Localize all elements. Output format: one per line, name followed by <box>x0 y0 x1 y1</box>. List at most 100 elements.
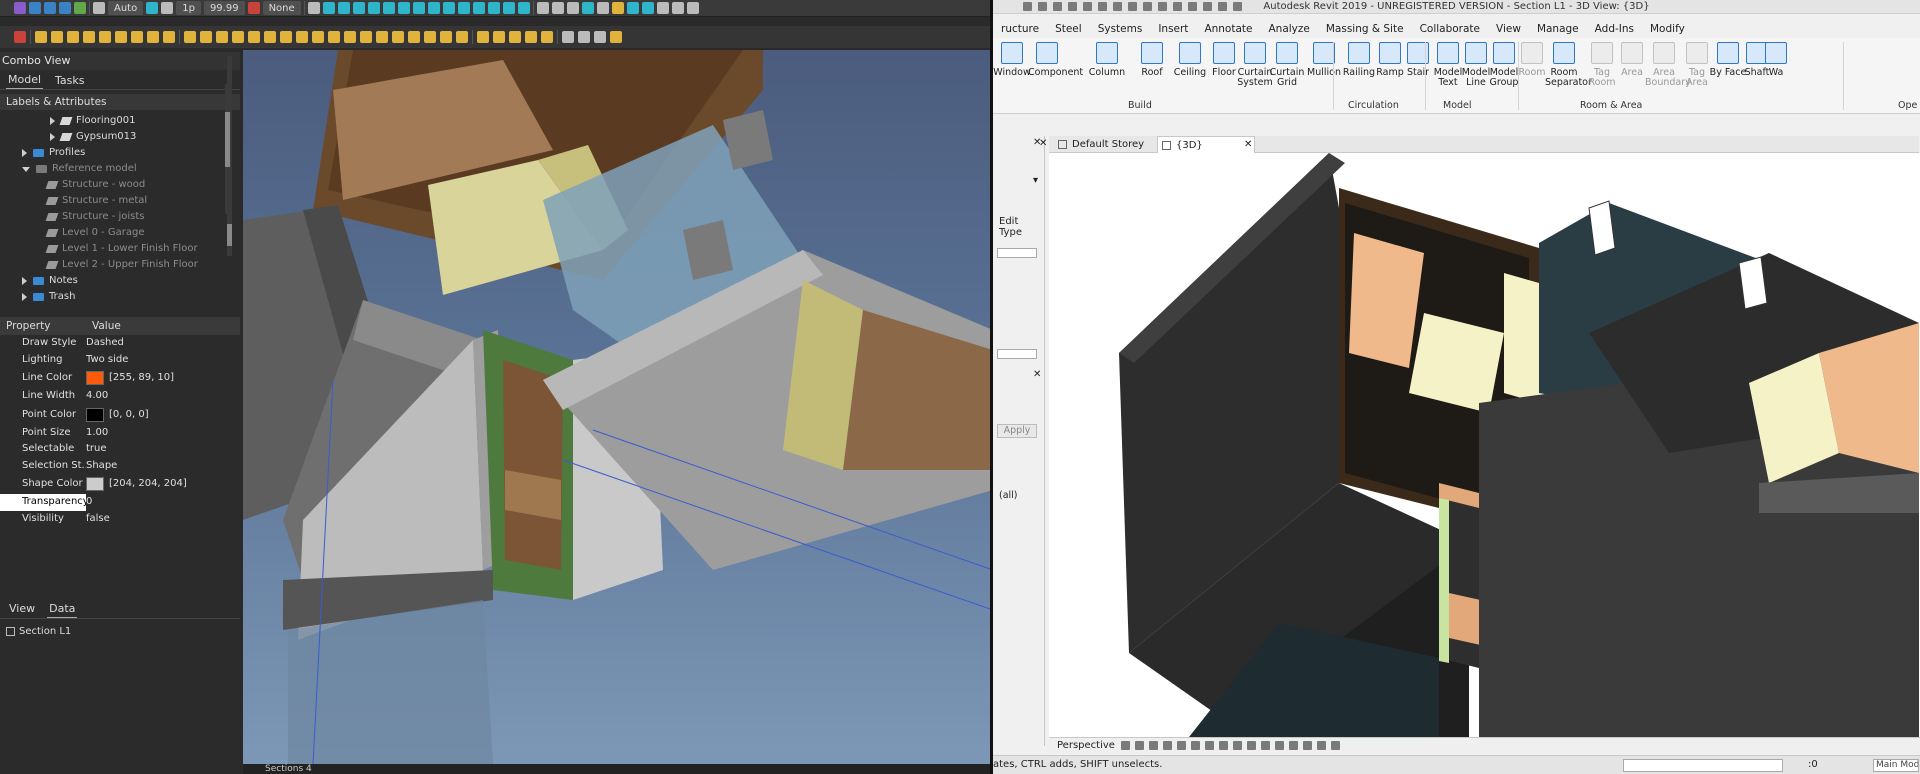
property-value[interactable]: [0, 0, 0] <box>86 405 240 425</box>
temp-properties-icon[interactable] <box>1275 741 1284 750</box>
arch-structure-icon[interactable] <box>200 31 212 43</box>
main-model-select[interactable]: Main Model <box>1873 759 1919 772</box>
highlight-displacement-icon[interactable] <box>1317 741 1326 750</box>
property-field-1[interactable] <box>997 248 1037 258</box>
ribbon-tab[interactable]: Systems <box>1090 23 1151 35</box>
shadows-icon[interactable] <box>1177 741 1186 750</box>
tab-tasks[interactable]: Tasks <box>53 74 86 89</box>
draft-ellipse-icon[interactable] <box>83 31 95 43</box>
ribbon-tool[interactable]: Mullion <box>1305 42 1343 78</box>
box-icon[interactable] <box>44 2 56 14</box>
show-crop-icon[interactable] <box>1219 741 1228 750</box>
draft-line-icon[interactable] <box>14 31 26 43</box>
ribbon-tool[interactable]: Roof <box>1133 42 1171 78</box>
property-row[interactable]: Selection St... Shape <box>0 458 240 475</box>
dimension-icon[interactable] <box>626 2 639 14</box>
expand-down-icon[interactable] <box>22 166 30 172</box>
edit-type-button[interactable]: Edit Type <box>999 216 1044 238</box>
annotation-shapestring-icon[interactable] <box>493 31 505 43</box>
property-scrollbar-thumb[interactable] <box>225 112 230 167</box>
property-row[interactable]: Draw Style Dashed <box>0 335 240 352</box>
property-row[interactable]: Point Color [0, 0, 0] <box>0 405 240 425</box>
window-icon[interactable] <box>596 2 609 14</box>
move-icon[interactable] <box>656 2 669 14</box>
property-row[interactable]: Line Width 4.00 <box>0 388 240 405</box>
lock-view-icon[interactable] <box>1233 741 1242 750</box>
scale-icon[interactable] <box>686 2 699 14</box>
arrow-icon[interactable] <box>641 2 654 14</box>
visual-style-icon[interactable] <box>1149 741 1158 750</box>
snap-none-field[interactable]: None <box>262 1 301 15</box>
ribbon-tool[interactable]: Column <box>1088 42 1126 78</box>
draft-polygon-icon[interactable] <box>99 31 111 43</box>
sphere-icon[interactable] <box>74 2 86 14</box>
arch-pipe-icon[interactable] <box>456 31 468 43</box>
folder-icon[interactable] <box>611 2 624 14</box>
color-swatch[interactable] <box>86 371 104 385</box>
revit-3d-viewport[interactable] <box>1049 153 1920 737</box>
scale-icon[interactable] <box>1121 741 1130 750</box>
draft-arc-icon[interactable] <box>67 31 79 43</box>
project-browser-all[interactable]: (all) <box>999 490 1018 501</box>
ribbon-tab[interactable]: Add-Ins <box>1587 23 1642 35</box>
snap-perpendicular-icon[interactable] <box>397 2 410 14</box>
snap-grid-icon[interactable] <box>487 2 500 14</box>
crop-view-icon[interactable] <box>1205 741 1214 750</box>
property-value[interactable]: 0 <box>86 494 240 511</box>
render-icon[interactable] <box>1191 741 1200 750</box>
property-row[interactable]: Selectable true <box>0 441 240 458</box>
draft-rectangle-icon[interactable] <box>115 31 127 43</box>
arch-stairs-icon[interactable] <box>344 31 356 43</box>
snap-endpoint-icon[interactable] <box>322 2 335 14</box>
section-item[interactable]: Section L1 <box>6 626 71 637</box>
property-value[interactable]: Shape <box>86 458 240 475</box>
tab-close-icon[interactable]: ✕ <box>1244 140 1254 150</box>
reveal-constraints-icon[interactable] <box>1331 741 1340 750</box>
ribbon-tool[interactable]: Curtain Grid <box>1268 42 1306 88</box>
ifc-icon[interactable] <box>610 31 622 43</box>
tree-item[interactable]: Level 2 - Upper Finish Floor <box>0 257 240 273</box>
property-field-2[interactable] <box>997 349 1037 359</box>
workbench-icon[interactable] <box>14 2 26 14</box>
text-icon[interactable] <box>566 2 579 14</box>
property-row[interactable]: Lighting Two side <box>0 352 240 369</box>
arch-truss-icon[interactable] <box>424 31 436 43</box>
arch-panel-icon[interactable] <box>360 31 372 43</box>
ribbon-tab[interactable]: View <box>1488 23 1529 35</box>
snap-ortho-icon[interactable] <box>472 2 485 14</box>
ribbon-group-label[interactable]: Ope <box>1898 100 1917 111</box>
annotation-leader-icon[interactable] <box>541 31 553 43</box>
snap-icon[interactable] <box>247 2 260 14</box>
ribbon-tool[interactable]: Window <box>993 42 1031 78</box>
arch-frame-icon[interactable] <box>392 31 404 43</box>
property-value[interactable]: Dashed <box>86 335 240 352</box>
ribbon-tab[interactable]: ructure <box>993 23 1047 35</box>
ribbon-tab[interactable]: Massing & Site <box>1318 23 1412 35</box>
snap-special-icon[interactable] <box>442 2 455 14</box>
freecad-3d-viewport[interactable] <box>243 50 993 764</box>
arch-site-icon[interactable] <box>264 31 276 43</box>
line-width-field[interactable]: 1p <box>176 1 201 15</box>
annotation-label-icon[interactable] <box>525 31 537 43</box>
draft-point-icon[interactable] <box>163 31 175 43</box>
browser-close-icon[interactable]: ✕ <box>1033 370 1043 380</box>
part-icon[interactable] <box>29 2 41 14</box>
ribbon-group-label[interactable]: Circulation <box>1348 100 1399 111</box>
arch-axis-icon[interactable] <box>312 31 324 43</box>
view-icon[interactable] <box>536 2 549 14</box>
expand-right-icon[interactable] <box>50 117 55 125</box>
arch-equipment-icon[interactable] <box>376 31 388 43</box>
analytical-model-icon[interactable] <box>1303 741 1312 750</box>
expand-right-icon[interactable] <box>22 149 27 157</box>
tab-model[interactable]: Model <box>6 73 44 89</box>
tree-item[interactable]: Reference model <box>0 161 240 177</box>
ribbon-tool[interactable]: Wa <box>1763 42 1789 78</box>
status-field[interactable] <box>1623 759 1783 772</box>
hide-isolate-icon[interactable] <box>1247 741 1256 750</box>
type-dropdown-icon[interactable]: ▾ <box>1033 176 1043 186</box>
property-row[interactable]: Line Color [255, 89, 10] <box>0 368 240 388</box>
sun-path-icon[interactable] <box>1163 741 1172 750</box>
tree-item[interactable]: Flooring001 <box>0 113 240 129</box>
annotation-text-icon[interactable] <box>477 31 489 43</box>
tree-item[interactable]: Structure - metal <box>0 193 240 209</box>
